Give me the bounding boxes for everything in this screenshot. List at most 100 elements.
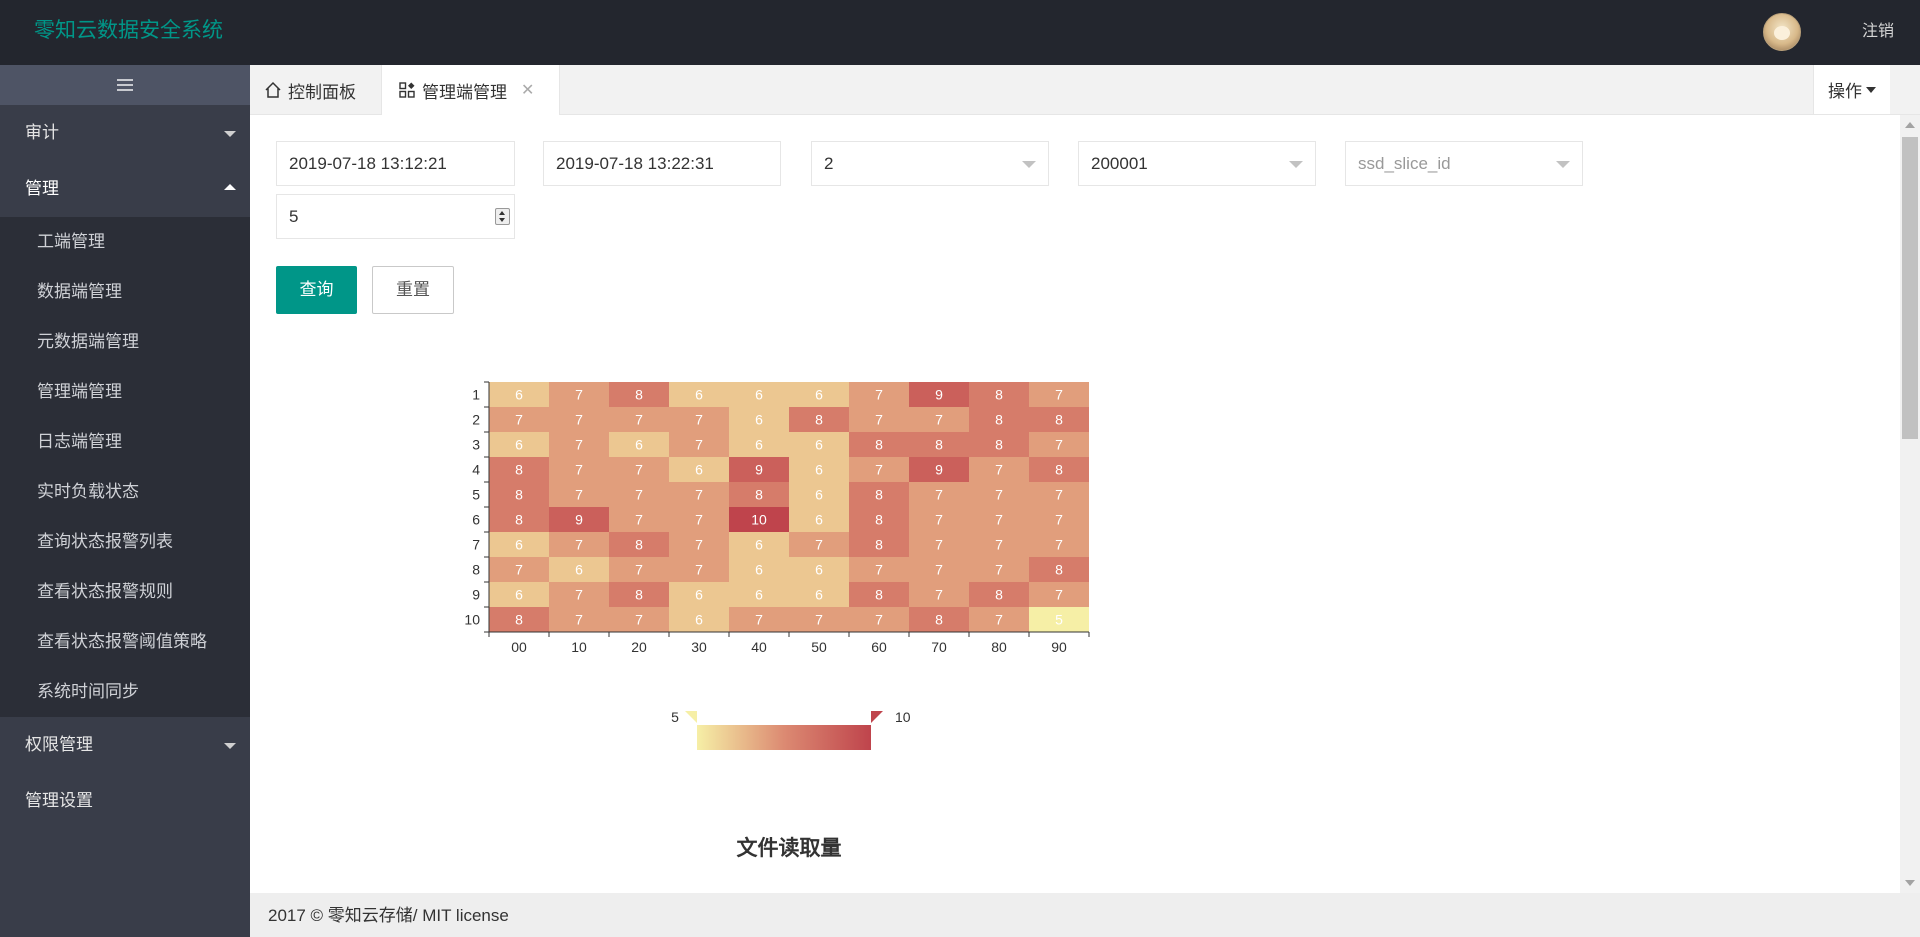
heatmap-cell-label: 8 — [755, 487, 763, 503]
heatmap-cell-label: 7 — [575, 587, 583, 603]
heatmap-cell-label: 7 — [575, 537, 583, 553]
sidebar: 审计 管理 工端管理 数据端管理 元数据端管理 管理端管理 日志端管理 实时负载… — [0, 65, 250, 937]
operations-dropdown[interactable]: 操作 — [1813, 65, 1890, 114]
heatmap-cell-label: 7 — [995, 512, 1003, 528]
x-tick-label: 70 — [931, 639, 947, 655]
y-tick-label: 2 — [472, 412, 480, 428]
heatmap-cell-label: 6 — [815, 512, 823, 528]
sidebar-item-label: 查询状态报警列表 — [37, 532, 173, 551]
tab-admin-manage[interactable]: 管理端管理 ✕ — [381, 65, 560, 115]
heatmap-cell-label: 5 — [1055, 612, 1063, 628]
heatmap-cell-label: 7 — [575, 437, 583, 453]
sidebar-group-label: 审计 — [25, 123, 59, 142]
sidebar-item-time-sync[interactable]: 系统时间同步 — [0, 667, 250, 717]
logout-link[interactable]: 注销 — [1862, 21, 1894, 43]
user-avatar[interactable] — [1763, 13, 1801, 51]
legend-max-handle — [871, 711, 883, 723]
heatmap-cell-label: 7 — [695, 487, 703, 503]
chevron-up-icon — [224, 184, 236, 190]
sidebar-item-label: 元数据端管理 — [37, 332, 139, 351]
sidebar-item-realtime-load[interactable]: 实时负载状态 — [0, 467, 250, 517]
sidebar-item-admin[interactable]: 管理端管理 — [0, 367, 250, 417]
heatmap-cell-label: 8 — [1055, 562, 1063, 578]
sidebar-group-manage[interactable]: 管理 — [0, 161, 250, 217]
heatmap-cell-label: 7 — [695, 512, 703, 528]
heatmap-cell-label: 8 — [995, 587, 1003, 603]
heatmap-cell-label: 6 — [815, 587, 823, 603]
legend-min-label: 5 — [671, 709, 679, 725]
heatmap-cell-label: 7 — [515, 562, 523, 578]
heatmap-cell-label: 7 — [695, 412, 703, 428]
heatmap-cell-label: 7 — [575, 412, 583, 428]
home-icon — [264, 81, 282, 99]
heatmap-cell-label: 8 — [1055, 412, 1063, 428]
heatmap-cell-label: 7 — [995, 562, 1003, 578]
heatmap-cell-label: 6 — [815, 437, 823, 453]
heatmap-cell-label: 6 — [755, 387, 763, 403]
heatmap-cell-label: 6 — [695, 462, 703, 478]
sidebar-item-alarm-threshold[interactable]: 查看状态报警阈值策略 — [0, 617, 250, 667]
heatmap-cell-label: 7 — [935, 562, 943, 578]
sidebar-item-metadata[interactable]: 元数据端管理 — [0, 317, 250, 367]
footer-text: 2017 © 零知云存储/ MIT license — [268, 906, 509, 925]
heatmap-cell-label: 6 — [755, 412, 763, 428]
x-tick-label: 90 — [1051, 639, 1067, 655]
heatmap-cell-label: 7 — [575, 487, 583, 503]
scroll-thumb[interactable] — [1902, 137, 1918, 439]
sidebar-item-data[interactable]: 数据端管理 — [0, 267, 250, 317]
vertical-scrollbar[interactable] — [1900, 115, 1920, 893]
y-tick-label: 10 — [464, 612, 480, 628]
heatmap-cell-label: 7 — [635, 512, 643, 528]
heatmap-cell-label: 8 — [935, 612, 943, 628]
sidebar-toggle-button[interactable] — [0, 65, 250, 105]
sidebar-item-log[interactable]: 日志端管理 — [0, 417, 250, 467]
heatmap-cell-label: 6 — [515, 437, 523, 453]
sidebar-group-settings[interactable]: 管理设置 — [0, 773, 250, 829]
heatmap-cell-label: 7 — [635, 412, 643, 428]
heatmap-cell-label: 6 — [515, 537, 523, 553]
heatmap-cell-label: 9 — [575, 512, 583, 528]
sidebar-item-label: 查看状态报警规则 — [37, 582, 173, 601]
heatmap-cell-label: 9 — [935, 462, 943, 478]
heatmap-cell-label: 8 — [995, 437, 1003, 453]
sidebar-item-worker[interactable]: 工端管理 — [0, 217, 250, 267]
heatmap-cell-label: 6 — [815, 462, 823, 478]
heatmap-cell-label: 7 — [635, 487, 643, 503]
main-content: 2019-07-18 13:12:21 2019-07-18 13:22:31 … — [250, 115, 1900, 893]
heatmap-cell-label: 8 — [635, 387, 643, 403]
heatmap-cell-label: 8 — [815, 412, 823, 428]
close-icon[interactable]: ✕ — [521, 80, 534, 100]
scroll-down-icon[interactable] — [1905, 880, 1915, 886]
scroll-up-icon[interactable] — [1905, 122, 1915, 128]
sidebar-submenu-manage: 工端管理 数据端管理 元数据端管理 管理端管理 日志端管理 实时负载状态 查询状… — [0, 217, 250, 717]
heatmap-cell-label: 8 — [515, 487, 523, 503]
x-tick-label: 10 — [571, 639, 587, 655]
legend-min-handle — [685, 711, 697, 723]
sidebar-group-label: 管理设置 — [25, 791, 93, 810]
heatmap-cell-label: 7 — [1055, 387, 1063, 403]
sidebar-group-permissions[interactable]: 权限管理 — [0, 717, 250, 773]
heatmap-cell-label: 6 — [755, 562, 763, 578]
app-logo[interactable]: 零知云数据安全系统 — [34, 17, 223, 45]
heatmap-chart: 6 7 8 6 6 6 7 9 8 7 7 7 7 7 6 8 7 7 8 8 6 7 6 7 6 6 8 8 8 7 8 7 7 6 9 6 7 9 7 8… — [464, 381, 1090, 860]
heatmap-cell-label: 6 — [695, 587, 703, 603]
y-tick-label: 7 — [472, 537, 480, 553]
sidebar-item-alarm-rules[interactable]: 查看状态报警规则 — [0, 567, 250, 617]
sidebar-item-alarm-list[interactable]: 查询状态报警列表 — [0, 517, 250, 567]
heatmap-cell-label: 7 — [1055, 512, 1063, 528]
heatmap-cell-label: 7 — [935, 412, 943, 428]
heatmap-cell-label: 7 — [875, 412, 883, 428]
heatmap-cell-label: 7 — [875, 462, 883, 478]
heatmap-cell-label: 8 — [875, 512, 883, 528]
heatmap-cell-label: 6 — [515, 587, 523, 603]
x-tick-label: 60 — [871, 639, 887, 655]
heatmap-cell-label: 8 — [515, 612, 523, 628]
tab-dashboard[interactable]: 控制面板 — [264, 65, 356, 115]
sidebar-group-audit[interactable]: 审计 — [0, 105, 250, 161]
heatmap-cell-label: 6 — [815, 387, 823, 403]
sidebar-group-label: 权限管理 — [25, 735, 93, 754]
heatmap-cell-label: 8 — [875, 587, 883, 603]
heatmap-cell-label: 7 — [995, 487, 1003, 503]
y-tick-label: 1 — [472, 387, 480, 403]
sidebar-item-label: 管理端管理 — [37, 382, 122, 401]
